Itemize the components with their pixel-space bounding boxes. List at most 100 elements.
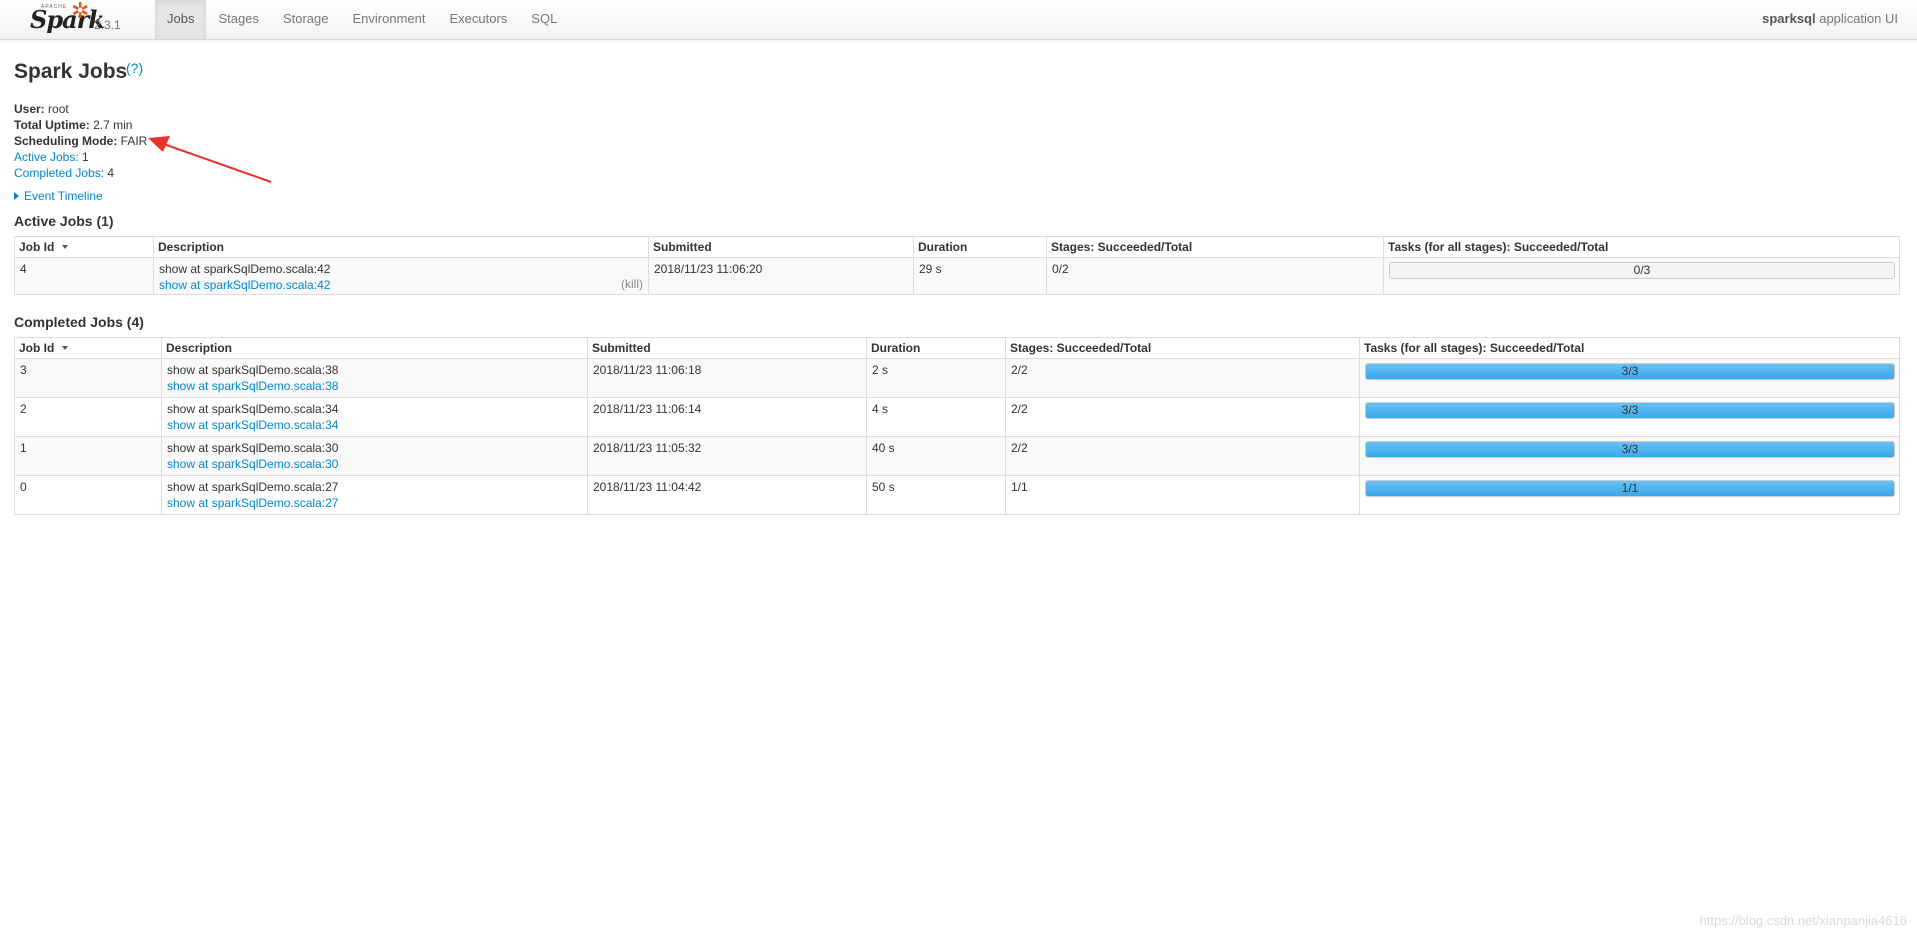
tasks-progress-bar: 1/1 <box>1365 480 1895 497</box>
job-tasks: 3/3 <box>1359 397 1900 437</box>
col-duration[interactable]: Duration <box>866 337 1006 359</box>
table-row: 2 show at sparkSqlDemo.scala:34 show at s… <box>14 397 1900 437</box>
col-job-id-label: Job Id <box>19 341 55 355</box>
job-id: 0 <box>14 475 162 515</box>
help-link[interactable]: (?) <box>126 60 143 76</box>
tasks-progress-bar: 0/3 <box>1389 262 1895 279</box>
tasks-progress-bar: 3/3 <box>1365 402 1895 419</box>
summary-scheduling-mode: Scheduling Mode: FAIR <box>14 133 147 149</box>
nav-tabs: Jobs Stages Storage Environment Executor… <box>155 0 569 39</box>
job-description: show at sparkSqlDemo.scala:34 show at spa… <box>161 397 588 437</box>
active-jobs-link[interactable]: Active Jobs: <box>14 150 79 164</box>
job-detail-link[interactable]: show at sparkSqlDemo.scala:38 <box>167 379 338 393</box>
col-description[interactable]: Description <box>153 236 649 258</box>
spark-wordmark: Spark <box>30 5 105 34</box>
description-text: show at sparkSqlDemo.scala:42 <box>159 262 331 276</box>
spark-logo[interactable]: APACHE Spark ✲ 2.3.1 <box>30 0 130 38</box>
user-value: root <box>44 102 69 116</box>
col-job-id[interactable]: Job Id <box>14 236 154 258</box>
event-timeline-toggle[interactable]: Event Timeline <box>14 188 103 204</box>
page-title: Spark Jobs <box>14 60 128 83</box>
description-text: show at sparkSqlDemo.scala:27 <box>167 480 339 494</box>
description-text: show at sparkSqlDemo.scala:34 <box>167 402 339 416</box>
job-id: 2 <box>14 397 162 437</box>
col-description[interactable]: Description <box>161 337 588 359</box>
tasks-progress-bar: 3/3 <box>1365 363 1895 380</box>
job-tasks: 0/3 <box>1383 257 1900 295</box>
job-id: 4 <box>14 257 154 295</box>
app-name: sparksql <box>1762 11 1816 26</box>
job-stages: 0/2 <box>1046 257 1384 295</box>
description-text: show at sparkSqlDemo.scala:30 <box>167 441 339 455</box>
job-stages: 1/1 <box>1005 475 1360 515</box>
col-submitted[interactable]: Submitted <box>648 236 914 258</box>
tab-storage[interactable]: Storage <box>271 0 341 39</box>
table-row: 4 show at sparkSqlDemo.scala:42 show at … <box>14 257 1900 295</box>
app-suffix: application UI <box>1815 11 1898 26</box>
table-row: 1 show at sparkSqlDemo.scala:30 show at s… <box>14 436 1900 476</box>
application-title: sparksql application UI <box>1762 11 1898 26</box>
active-jobs-table: Job Id Description Submitted Duration St… <box>14 236 1900 295</box>
summary-uptime: Total Uptime: 2.7 min <box>14 117 147 133</box>
summary-completed-jobs: Completed Jobs: 4 <box>14 165 147 181</box>
col-job-id-label: Job Id <box>19 240 55 254</box>
completed-jobs-value: 4 <box>104 166 115 180</box>
job-stages: 2/2 <box>1005 358 1360 398</box>
progress-label: 0/3 <box>1633 263 1651 277</box>
tab-environment[interactable]: Environment <box>341 0 438 39</box>
active-jobs-value: 1 <box>78 150 89 164</box>
completed-jobs-title[interactable]: Completed Jobs (4) <box>14 314 144 330</box>
job-duration: 29 s <box>913 257 1047 295</box>
job-duration: 2 s <box>866 358 1006 398</box>
scheduling-mode-label: Scheduling Mode: <box>14 134 118 148</box>
tab-stages[interactable]: Stages <box>206 0 270 39</box>
col-stages[interactable]: Stages: Succeeded/Total <box>1005 337 1360 359</box>
completed-jobs-table: Job Id Description Submitted Duration St… <box>14 337 1900 515</box>
col-tasks[interactable]: Tasks (for all stages): Succeeded/Total <box>1359 337 1900 359</box>
job-submitted: 2018/11/23 11:05:32 <box>587 436 867 476</box>
job-description: show at sparkSqlDemo.scala:27 show at spa… <box>161 475 588 515</box>
job-summary: User: root Total Uptime: 2.7 min Schedul… <box>14 101 147 181</box>
progress-label: 3/3 <box>1621 403 1639 417</box>
job-id: 1 <box>14 436 162 476</box>
col-job-id[interactable]: Job Id <box>14 337 162 359</box>
job-detail-link[interactable]: show at sparkSqlDemo.scala:27 <box>167 496 338 510</box>
job-duration: 4 s <box>866 397 1006 437</box>
tab-sql[interactable]: SQL <box>519 0 569 39</box>
job-description: show at sparkSqlDemo.scala:38 show at spa… <box>161 358 588 398</box>
job-submitted: 2018/11/23 11:04:42 <box>587 475 867 515</box>
table-header-row: Job Id Description Submitted Duration St… <box>14 236 1900 258</box>
job-submitted: 2018/11/23 11:06:18 <box>587 358 867 398</box>
job-stages: 2/2 <box>1005 436 1360 476</box>
expand-triangle-icon <box>14 192 19 200</box>
uptime-label: Total Uptime: <box>14 118 90 132</box>
progress-label: 3/3 <box>1621 364 1639 378</box>
table-row: 0 show at sparkSqlDemo.scala:27 show at s… <box>14 475 1900 515</box>
watermark: https://blog.csdn.net/xianpanjia4616 <box>1699 913 1907 928</box>
job-id: 3 <box>14 358 162 398</box>
description-text: show at sparkSqlDemo.scala:38 <box>167 363 339 377</box>
col-duration[interactable]: Duration <box>913 236 1047 258</box>
tab-executors[interactable]: Executors <box>437 0 519 39</box>
job-duration: 40 s <box>866 436 1006 476</box>
job-detail-link[interactable]: show at sparkSqlDemo.scala:34 <box>167 418 338 432</box>
active-jobs-title[interactable]: Active Jobs (1) <box>14 213 114 229</box>
sort-desc-icon <box>62 245 69 249</box>
progress-label: 1/1 <box>1621 481 1639 495</box>
job-duration: 50 s <box>866 475 1006 515</box>
kill-link[interactable]: (kill) <box>621 276 643 292</box>
job-detail-link[interactable]: show at sparkSqlDemo.scala:42 <box>159 278 330 292</box>
completed-jobs-link[interactable]: Completed Jobs: <box>14 166 104 180</box>
job-detail-link[interactable]: show at sparkSqlDemo.scala:30 <box>167 457 338 471</box>
job-description: show at sparkSqlDemo.scala:42 show at sp… <box>153 257 649 295</box>
summary-user: User: root <box>14 101 147 117</box>
table-header-row: Job Id Description Submitted Duration St… <box>14 337 1900 359</box>
job-stages: 2/2 <box>1005 397 1360 437</box>
tab-jobs[interactable]: Jobs <box>155 0 207 39</box>
spark-star-icon: ✲ <box>71 0 90 23</box>
col-submitted[interactable]: Submitted <box>587 337 867 359</box>
user-label: User: <box>14 102 45 116</box>
col-stages[interactable]: Stages: Succeeded/Total <box>1046 236 1384 258</box>
job-submitted: 2018/11/23 11:06:14 <box>587 397 867 437</box>
col-tasks[interactable]: Tasks (for all stages): Succeeded/Total <box>1383 236 1900 258</box>
